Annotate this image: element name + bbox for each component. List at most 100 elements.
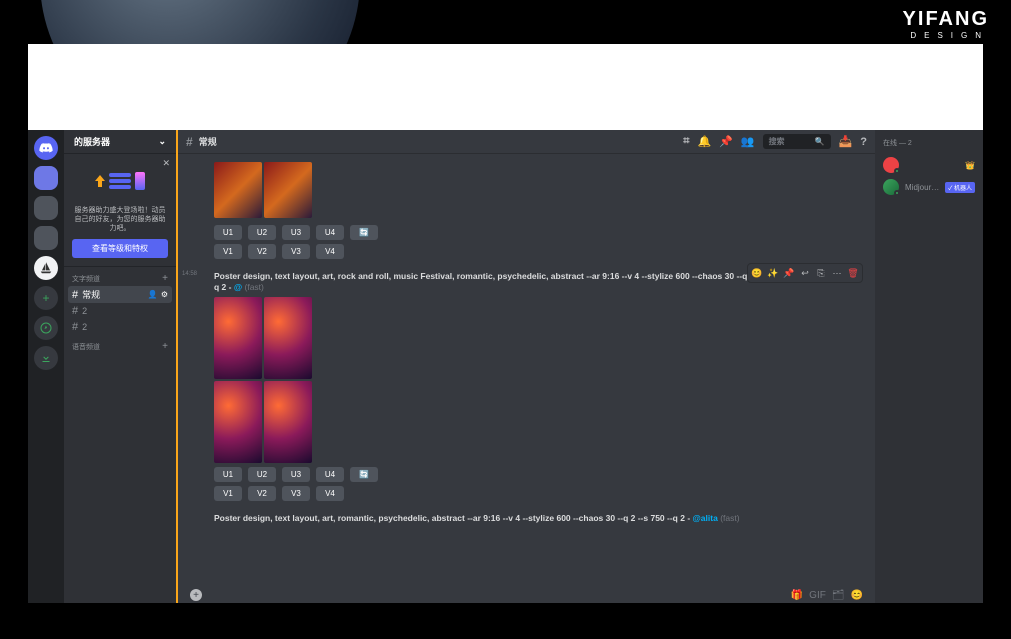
- explore-servers-button[interactable]: [34, 316, 58, 340]
- reroll-button[interactable]: 🔄: [350, 467, 378, 482]
- channel-sidebar: 的服务器 ⌄ ✕ 服务器助力盛大登场啦！动员自己的好友，为您的服务器助力吧。 查…: [64, 130, 176, 603]
- variation-button-v3[interactable]: V3: [282, 244, 310, 259]
- threads-icon[interactable]: ⌗: [683, 135, 689, 148]
- super-reaction-icon[interactable]: ✨: [766, 266, 780, 280]
- server-item[interactable]: [34, 196, 58, 220]
- download-icon: [40, 352, 52, 364]
- generated-image[interactable]: [264, 381, 312, 463]
- compass-icon: [40, 322, 52, 334]
- variation-button-v1[interactable]: V1: [214, 486, 242, 501]
- gift-icon[interactable]: 🎁: [791, 590, 803, 601]
- channel-label: 2: [82, 322, 87, 332]
- main-chat-area: # 常规 ⌗ 🔔 📌 👥 搜索 🔍 📥 ?: [176, 130, 875, 603]
- server-item-active[interactable]: [34, 166, 58, 190]
- add-channel-icon[interactable]: +: [162, 273, 168, 284]
- generated-image[interactable]: [264, 297, 312, 379]
- inbox-icon[interactable]: 📥: [839, 135, 853, 148]
- bot-tag: ✓ 机器人: [945, 182, 975, 193]
- message-timestamp: 14:58: [182, 271, 197, 277]
- message: U1 U2 U3 U4 🔄 V1 V2 V3 V4: [178, 158, 875, 265]
- page-frame: + 的服务器 ⌄ ✕ 服务器助力盛大登场啦！动员自己的好友，为您的服: [28, 44, 983, 603]
- variation-button-v4[interactable]: V4: [316, 486, 344, 501]
- attach-button[interactable]: +: [190, 589, 202, 601]
- reroll-button[interactable]: 🔄: [350, 225, 378, 240]
- server-name-header[interactable]: 的服务器 ⌄: [64, 130, 176, 154]
- category-label: 文字频道: [72, 274, 100, 284]
- generated-image[interactable]: [214, 297, 262, 379]
- variation-button-row: V1 V2 V3 V4: [214, 244, 863, 259]
- variation-button-v3[interactable]: V3: [282, 486, 310, 501]
- discord-home-button[interactable]: [34, 136, 58, 160]
- settings-icon[interactable]: ⚙: [161, 290, 168, 299]
- generation-mode: (fast): [245, 282, 264, 292]
- brand-watermark: YIFANG DESIGN: [903, 8, 989, 40]
- upscale-button-u2[interactable]: U2: [248, 225, 276, 240]
- upscale-button-u4[interactable]: U4: [316, 467, 344, 482]
- close-icon[interactable]: ✕: [162, 158, 170, 169]
- upscale-button-u3[interactable]: U3: [282, 225, 310, 240]
- upscale-button-u2[interactable]: U2: [248, 467, 276, 482]
- search-input[interactable]: 搜索 🔍: [763, 134, 831, 149]
- upscale-button-u1[interactable]: U1: [214, 467, 242, 482]
- member-item[interactable]: 👑: [883, 154, 975, 176]
- server-item-midjourney[interactable]: [34, 256, 58, 280]
- search-placeholder: 搜索: [769, 136, 785, 147]
- variation-button-v2[interactable]: V2: [248, 244, 276, 259]
- upscale-button-row: U1 U2 U3 U4 🔄: [214, 225, 863, 240]
- help-icon[interactable]: ?: [860, 136, 867, 148]
- upscale-button-u3[interactable]: U3: [282, 467, 310, 482]
- message: Poster design, text layout, art, romanti…: [178, 513, 875, 530]
- online-status-icon: [894, 168, 900, 174]
- member-avatar: [883, 179, 899, 195]
- channel-item[interactable]: # 2: [64, 303, 176, 319]
- variation-button-row: V1 V2 V3 V4: [214, 486, 863, 501]
- reply-icon[interactable]: ↩: [798, 266, 812, 280]
- copy-icon[interactable]: ⎘: [814, 266, 828, 280]
- gif-icon[interactable]: GIF: [809, 590, 826, 601]
- server-item[interactable]: [34, 226, 58, 250]
- variation-button-v4[interactable]: V4: [316, 244, 344, 259]
- boost-cta-button[interactable]: 查看等级和特权: [72, 239, 168, 258]
- more-icon[interactable]: ⋯: [830, 266, 844, 280]
- chevron-down-icon: ⌄: [158, 136, 166, 147]
- upscale-button-u1[interactable]: U1: [214, 225, 242, 240]
- notifications-icon[interactable]: 🔔: [697, 135, 711, 148]
- channel-item-selected[interactable]: # 常规 👤 ⚙: [68, 286, 172, 303]
- boost-artwork: [72, 162, 168, 200]
- member-item[interactable]: Midjourney B… ✓ 机器人: [883, 176, 975, 198]
- sticker-icon[interactable]: 🗂: [832, 590, 845, 601]
- channel-header: # 常规 ⌗ 🔔 📌 👥 搜索 🔍 📥 ?: [178, 130, 875, 154]
- generated-image-grid[interactable]: [214, 297, 312, 463]
- emoji-icon[interactable]: 😊: [851, 590, 863, 601]
- upscale-button-u4[interactable]: U4: [316, 225, 344, 240]
- channel-item[interactable]: # 2: [64, 319, 176, 335]
- variation-button-v2[interactable]: V2: [248, 486, 276, 501]
- category-text-channels[interactable]: 文字频道 +: [64, 267, 176, 286]
- generated-image[interactable]: [264, 162, 312, 218]
- invite-icon[interactable]: 👤: [148, 290, 158, 299]
- pinned-icon[interactable]: 📌: [719, 135, 733, 148]
- user-mention[interactable]: @alita: [693, 513, 718, 523]
- add-channel-icon[interactable]: +: [162, 341, 168, 352]
- server-owner-icon: 👑: [965, 161, 975, 170]
- member-name: Midjourney B…: [905, 183, 939, 192]
- boost-description: 服务器助力盛大登场啦！动员自己的好友，为您的服务器助力吧。: [72, 206, 168, 233]
- variation-button-v1[interactable]: V1: [214, 244, 242, 259]
- pin-icon[interactable]: 📌: [782, 266, 796, 280]
- add-server-button[interactable]: +: [34, 286, 58, 310]
- add-reaction-icon[interactable]: 😊: [750, 266, 764, 280]
- brand-subtitle: DESIGN: [903, 31, 989, 40]
- download-apps-button[interactable]: [34, 346, 58, 370]
- generated-image[interactable]: [214, 162, 262, 218]
- message-actions-toolbar: 😊 ✨ 📌 ↩ ⎘ ⋯ 🗑: [747, 263, 863, 283]
- user-mention[interactable]: @: [234, 282, 242, 292]
- sailboat-icon: [39, 261, 53, 275]
- members-icon[interactable]: 👥: [741, 135, 755, 148]
- generated-image[interactable]: [214, 381, 262, 463]
- chat-input[interactable]: + 🎁 GIF 🗂 😊: [190, 587, 863, 603]
- hash-icon: #: [72, 305, 78, 317]
- category-voice-channels[interactable]: 语音频道 +: [64, 335, 176, 354]
- delete-icon[interactable]: 🗑: [846, 266, 860, 280]
- boost-promo-card: ✕ 服务器助力盛大登场啦！动员自己的好友，为您的服务器助力吧。 查看等级和特权: [64, 154, 176, 267]
- generated-image-grid[interactable]: [214, 162, 312, 218]
